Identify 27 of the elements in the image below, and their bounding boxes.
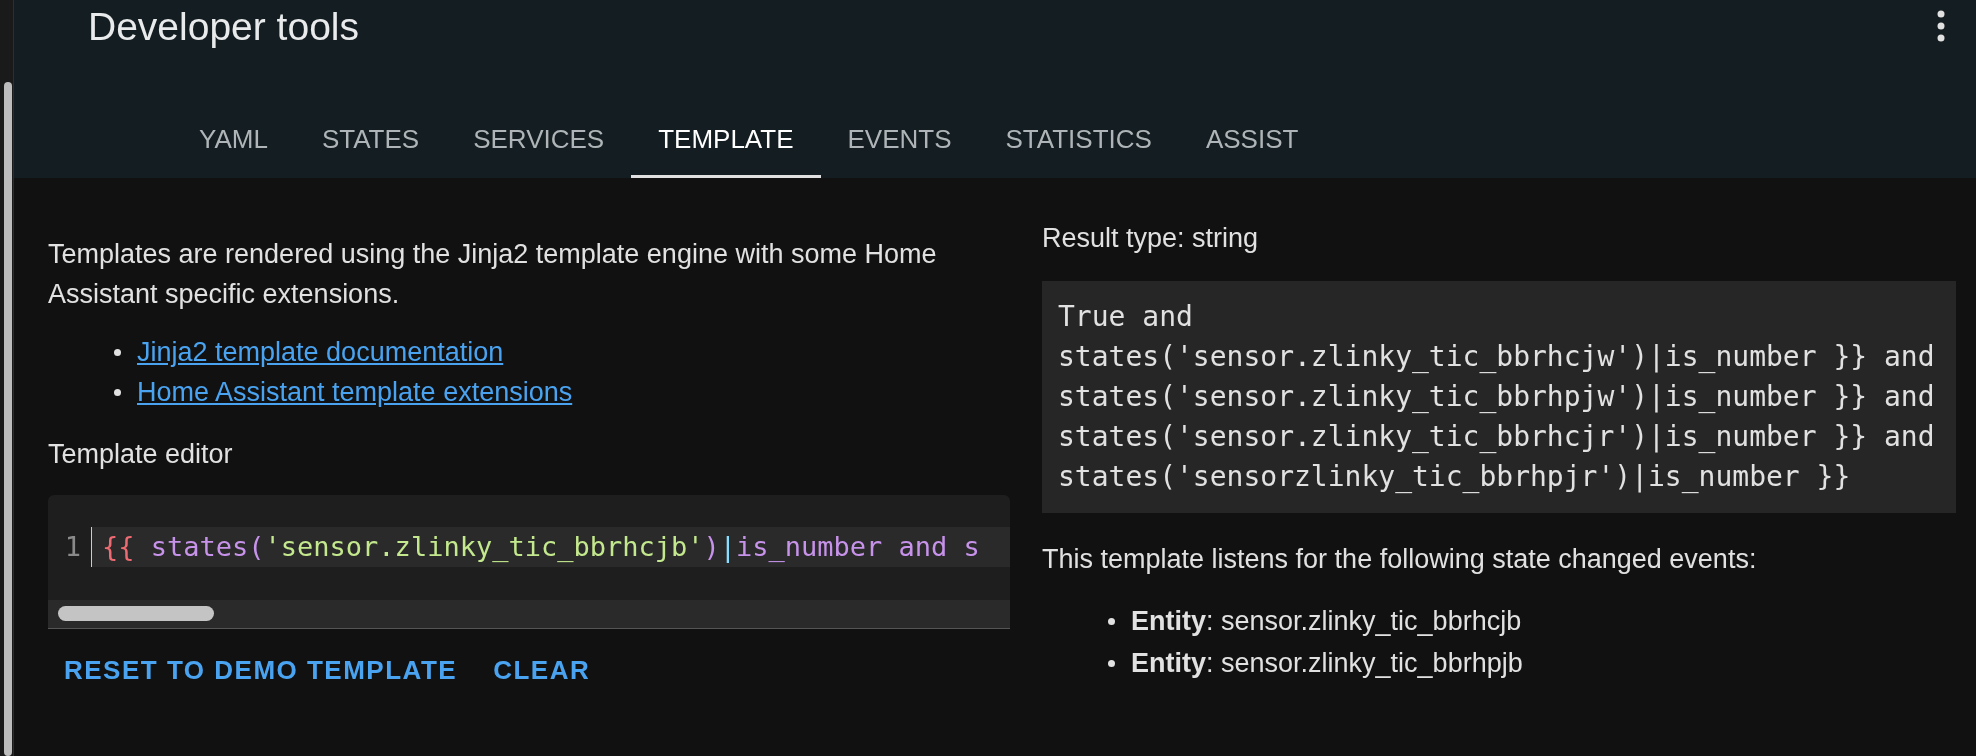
scrollbar-thumb[interactable] xyxy=(4,82,12,756)
tab[interactable]: EVENTS xyxy=(820,104,979,178)
doc-link[interactable]: Home Assistant template extensions xyxy=(137,371,573,413)
text-button[interactable]: CLEAR xyxy=(481,646,603,695)
listeners-text: This template listens for the following state changed events: xyxy=(1042,542,1757,576)
tab[interactable]: STATES xyxy=(294,104,447,178)
text-button[interactable]: RESET TO DEMO TEMPLATE xyxy=(52,646,470,695)
bullet-icon xyxy=(114,388,121,396)
bullet-icon xyxy=(114,348,121,356)
more-options-icon[interactable] xyxy=(1936,10,1946,42)
tab[interactable]: ASSIST xyxy=(1178,104,1326,178)
result-output: True and states('sensor.zlinky_tic_bbrhcjw')|is_number }} and states('sensor.zlinky_tic_bbrhpjw')|is_number }} and states('sensor.zlinky_tic_bbrhcjr')|is_number }} and states('sensorzlinky_tic_bbrhpjr')|is_number }} xyxy=(1042,280,1956,513)
bullet-icon xyxy=(1108,617,1115,625)
bullet-icon xyxy=(1108,659,1115,667)
page-title: Developer tools xyxy=(88,6,359,46)
code-editor[interactable]: 1 {{ states('sensor.zlinky_tic_bbrhcjb')|is_number and s xyxy=(48,494,1010,629)
result-type-text: Result type: string xyxy=(1042,222,1259,255)
doc-link[interactable]: Jinja2 template documentation xyxy=(137,331,504,373)
entity-item: Entity: sensor.zlinky_tic_bbrhcjb xyxy=(1131,604,1522,638)
editor-label: Template editor xyxy=(48,438,233,471)
description-text: Templates are rendered using the Jinja2 template engine with some Home Assistant specific extensions. xyxy=(48,238,938,311)
tab[interactable]: SERVICES xyxy=(446,104,632,178)
tab[interactable]: TEMPLATE xyxy=(631,104,821,178)
scrollbar-thumb[interactable] xyxy=(58,605,214,621)
tab[interactable]: YAML xyxy=(172,104,295,178)
tab[interactable]: STATISTICS xyxy=(978,104,1179,178)
entity-item: Entity: sensor.zlinky_tic_bbrhpjb xyxy=(1131,646,1523,680)
